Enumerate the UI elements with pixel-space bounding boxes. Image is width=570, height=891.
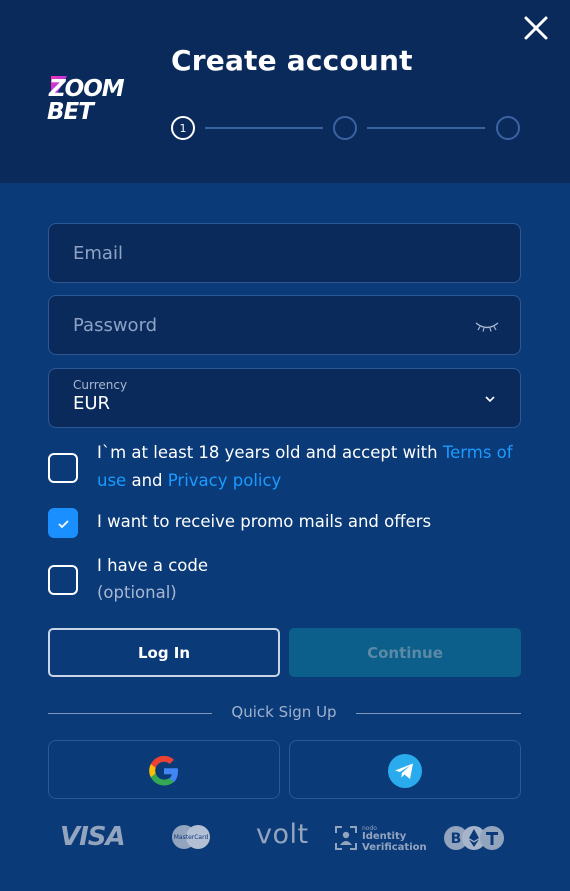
volt-logo: volt — [256, 819, 309, 850]
promo-checkbox[interactable] — [48, 508, 78, 538]
eye-closed-icon[interactable] — [474, 318, 500, 334]
email-field-wrapper — [48, 223, 521, 283]
currency-label: Currency — [73, 378, 128, 392]
email-field[interactable] — [49, 224, 520, 282]
code-label: I have a code — [97, 556, 208, 575]
visa-logo: VISA — [60, 822, 126, 852]
verification-label: Verification — [362, 842, 427, 853]
logo-text-bet: BET — [47, 99, 96, 124]
quick-signup-label: Quick Sign Up — [231, 703, 337, 721]
promo-text: I want to receive promo mails and offers — [97, 512, 432, 531]
currency-select[interactable]: Currency EUR — [48, 368, 521, 428]
terms-text-prefix: I`m at least 18 years old and accept wit… — [97, 443, 443, 462]
password-field[interactable] — [49, 296, 520, 354]
password-field-wrapper — [48, 295, 521, 355]
currency-value: EUR — [73, 393, 111, 414]
telegram-signup-button[interactable] — [289, 740, 521, 799]
google-icon — [149, 755, 178, 786]
mastercard-logo: MasterCard — [172, 825, 210, 849]
code-checkbox[interactable] — [48, 565, 78, 595]
terms-text: I`m at least 18 years old and accept wit… — [97, 439, 517, 495]
identity-label: Identity — [362, 831, 407, 842]
close-icon[interactable] — [522, 14, 550, 42]
chevron-down-icon — [485, 396, 495, 403]
step-connector — [367, 127, 485, 129]
crypto-logos: B — [444, 826, 504, 850]
terms-checkbox[interactable] — [48, 453, 78, 483]
divider-right — [356, 713, 521, 714]
svg-text:B: B — [451, 831, 462, 847]
scan-icon — [335, 826, 357, 850]
terms-text-mid: and — [126, 471, 168, 490]
code-optional-label: (optional) — [97, 583, 177, 602]
step-1: 1 — [171, 116, 195, 140]
login-button[interactable]: Log In — [48, 628, 280, 677]
page-title: Create account — [171, 44, 413, 77]
identity-verification-logo: nodo Identity Verification — [335, 825, 430, 854]
privacy-policy-link[interactable]: Privacy policy — [168, 471, 282, 490]
zoombet-logo: ZOOM BET — [47, 76, 126, 124]
step-2 — [333, 116, 357, 140]
stepper: 1 — [171, 116, 521, 142]
modal-header: ZOOM BET Create account 1 — [0, 0, 570, 183]
promo-row: I want to receive promo mails and offers — [48, 506, 521, 540]
step-connector — [205, 127, 323, 129]
mastercard-logo-text: MasterCard — [174, 834, 209, 841]
telegram-icon — [388, 754, 422, 788]
terms-row: I`m at least 18 years old and accept wit… — [48, 438, 521, 498]
google-signup-button[interactable] — [48, 740, 280, 799]
code-text: I have a code (optional) — [97, 552, 517, 607]
code-row: I have a code (optional) — [48, 551, 521, 607]
checkmark-icon — [58, 520, 69, 529]
step-3 — [496, 116, 520, 140]
divider-left — [48, 713, 212, 714]
continue-button[interactable]: Continue — [289, 628, 521, 677]
